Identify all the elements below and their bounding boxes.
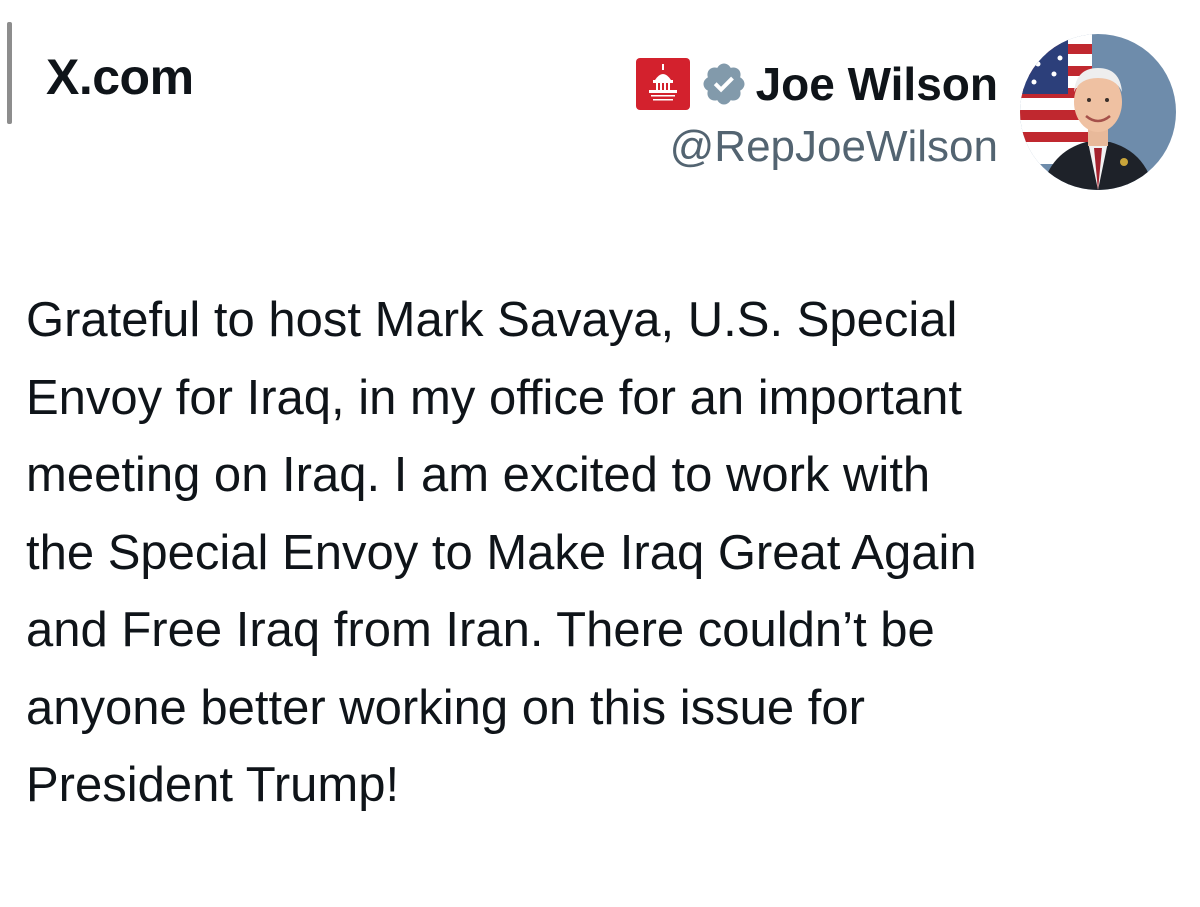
tweet-author: Joe Wilson @RepJoeWilson — [635, 34, 1176, 190]
site-label: X.com — [46, 49, 194, 105]
author-text-block: Joe Wilson @RepJoeWilson — [635, 55, 998, 169]
author-avatar[interactable] — [1020, 34, 1176, 190]
capitol-icon — [648, 64, 677, 101]
author-handle[interactable]: @RepJoeWilson — [670, 125, 998, 169]
verified-badge-icon[interactable] — [700, 60, 748, 108]
tweet-body-text: Grateful to host Mark Savaya, U.S. Speci… — [26, 293, 977, 812]
avatar-portrait-image — [1020, 34, 1176, 190]
house-gop-affiliation-badge[interactable] — [635, 58, 690, 110]
author-name-row: Joe Wilson — [635, 55, 998, 113]
author-display-name[interactable]: Joe Wilson — [756, 61, 998, 107]
scroll-indicator-bar — [7, 22, 12, 124]
